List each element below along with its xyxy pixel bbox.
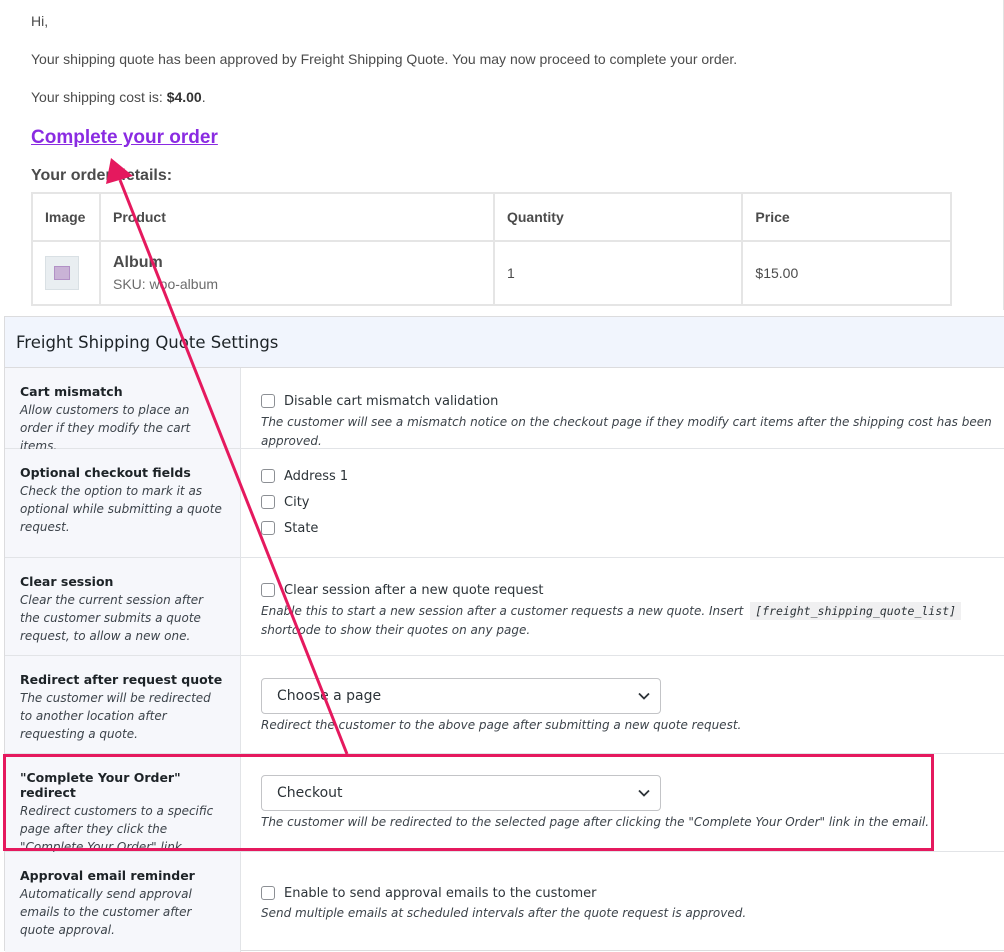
complete-order-link[interactable]: Complete your order: [31, 127, 218, 149]
help-text: Send multiple emails at scheduled interv…: [261, 906, 747, 920]
setting-label-cell: Cart mismatch Allow customers to place a…: [5, 368, 241, 453]
setting-label-cell: Optional checkout fields Check the optio…: [5, 449, 241, 557]
table-header-row: Image Product Quantity Price: [31, 192, 952, 242]
cart-mismatch-checkbox[interactable]: [261, 394, 275, 408]
setting-row-approval-reminder: Approval email reminder Automatically se…: [5, 852, 1004, 952]
address-1-checkbox[interactable]: [261, 469, 275, 483]
setting-field-cell: Address 1 City State: [241, 449, 1004, 557]
select-value: Choose a page: [277, 688, 382, 704]
approval-email-checkbox[interactable]: [261, 886, 275, 900]
checkbox-label: Disable cart mismatch validation: [284, 393, 499, 409]
cost-suffix: .: [201, 89, 206, 105]
setting-row-optional-fields: Optional checkout fields Check the optio…: [5, 449, 1004, 558]
help-text-before: Enable this to start a new session after…: [261, 604, 744, 618]
approval-email-option[interactable]: Enable to send approval emails to the cu…: [261, 884, 1004, 902]
settings-panel: Freight Shipping Quote Settings Cart mis…: [4, 316, 1004, 952]
product-image-cell: [31, 240, 101, 306]
product-sku: SKU: woo-album: [112, 276, 219, 292]
clear-session-checkbox[interactable]: [261, 583, 275, 597]
product-cell: Album SKU: woo-album: [98, 240, 495, 306]
setting-description: Automatically send approval emails to th…: [20, 887, 192, 937]
highlight-box: [3, 754, 934, 851]
price-cell: $15.00: [741, 240, 952, 306]
shortcode: [freight_shipping_quote_list]: [750, 602, 962, 620]
setting-label: Clear session: [20, 574, 114, 589]
shipping-cost-line: Your shipping cost is: $4.00.: [31, 89, 206, 105]
product-name: Album: [112, 254, 163, 271]
setting-label: Optional checkout fields: [20, 465, 191, 480]
settings-header: Freight Shipping Quote Settings: [5, 317, 1004, 368]
setting-description: Clear the current session after the cust…: [20, 593, 204, 643]
col-header-image: Image: [31, 192, 101, 242]
checkbox-label: Clear session after a new quote request: [284, 582, 544, 598]
setting-row-clear-session: Clear session Clear the current session …: [5, 558, 1004, 656]
col-header-price: Price: [741, 192, 952, 242]
setting-field-cell: Clear session after a new quote request …: [241, 558, 1004, 655]
option-address-1[interactable]: Address 1: [261, 467, 1004, 485]
quantity-cell: 1: [492, 240, 744, 306]
setting-label-cell: Redirect after request quote The custome…: [5, 656, 241, 753]
cost-value: $4.00: [166, 89, 202, 105]
help-text: Redirect the customer to the above page …: [261, 718, 742, 732]
setting-label-cell: Clear session Clear the current session …: [5, 558, 241, 655]
setting-row-redirect-after-request: Redirect after request quote The custome…: [5, 656, 1004, 754]
cart-mismatch-option[interactable]: Disable cart mismatch validation: [261, 392, 1004, 410]
checkbox-label: Enable to send approval emails to the cu…: [284, 885, 597, 901]
setting-field-cell: Enable to send approval emails to the cu…: [241, 852, 1004, 952]
greeting-text: Hi,: [31, 13, 49, 29]
setting-label: Cart mismatch: [20, 384, 123, 399]
approved-message: Your shipping quote has been approved by…: [31, 51, 738, 67]
settings-title: Freight Shipping Quote Settings: [16, 332, 279, 352]
state-checkbox[interactable]: [261, 521, 275, 535]
help-text: Enable this to start a new session after…: [261, 602, 1004, 640]
setting-label-cell: Approval email reminder Automatically se…: [5, 852, 241, 952]
checkbox-label: State: [284, 520, 319, 536]
col-header-quantity: Quantity: [492, 192, 744, 242]
setting-field-cell: Disable cart mismatch validation The cus…: [241, 368, 1004, 448]
checkbox-label: City: [284, 494, 310, 510]
help-text: The customer will see a mismatch notice …: [261, 415, 992, 448]
order-details-heading: Your order details:: [31, 167, 173, 184]
clear-session-option[interactable]: Clear session after a new quote request: [261, 581, 1004, 599]
option-state[interactable]: State: [261, 519, 1004, 537]
setting-description: Allow customers to place an order if the…: [20, 403, 191, 453]
setting-label: Redirect after request quote: [20, 672, 223, 687]
setting-description: Check the option to mark it as optional …: [20, 484, 222, 534]
setting-row-cart-mismatch: Cart mismatch Allow customers to place a…: [5, 368, 1004, 453]
cost-prefix: Your shipping cost is:: [31, 89, 167, 105]
help-text-after: shortcode to show their quotes on any pa…: [261, 623, 531, 637]
redirect-page-select[interactable]: Choose a page: [261, 678, 661, 714]
setting-label: Approval email reminder: [20, 868, 195, 883]
option-city[interactable]: City: [261, 493, 1004, 511]
checkbox-label: Address 1: [284, 468, 349, 484]
product-thumbnail: [45, 256, 79, 290]
setting-description: The customer will be redirected to anoth…: [20, 691, 211, 741]
col-header-product: Product: [98, 192, 495, 242]
order-table: Image Product Quantity Price Album SKU: …: [31, 192, 952, 306]
chevron-down-icon: [638, 692, 650, 700]
city-checkbox[interactable]: [261, 495, 275, 509]
table-row: Album SKU: woo-album 1 $15.00: [31, 240, 952, 306]
email-preview: Hi, Your shipping quote has been approve…: [0, 0, 1004, 310]
setting-field-cell: Choose a page Redirect the customer to t…: [241, 656, 1004, 753]
